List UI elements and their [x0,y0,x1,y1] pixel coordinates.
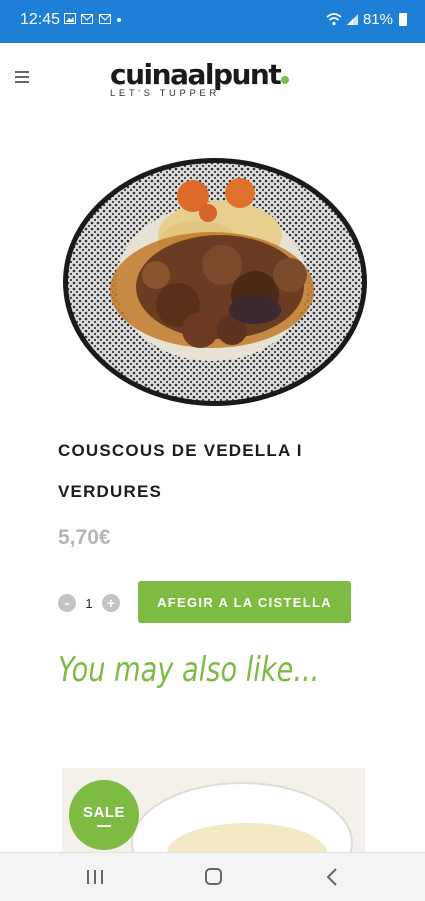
related-heading: You may also like... [58,650,320,690]
status-time: 12:45 [20,11,61,28]
quantity-value[interactable]: 1 [76,596,102,611]
logo-text: cuinaalpunt [110,58,282,91]
status-bar: 12:45 81% [0,0,425,43]
logo-dot [281,76,290,84]
sale-badge-divider [97,825,111,827]
sale-badge: SALE [69,780,139,850]
quantity-increase-button[interactable]: + [102,594,120,612]
system-nav-bar [0,852,425,901]
image-icon [64,13,76,24]
product-image [63,158,367,406]
product-title: COUSCOUS DE VEDELLA I VERDURES [58,441,303,501]
back-icon[interactable] [318,865,348,889]
mail-icon [98,14,111,24]
dot-icon [117,18,122,22]
battery-icon [399,13,407,26]
hamburger-icon[interactable] [15,71,29,83]
status-right: 81% [326,11,407,28]
wifi-icon [326,13,342,26]
recent-apps-icon[interactable] [80,865,110,889]
notification-icons [64,13,122,27]
product-price: 5,70€ [58,526,111,549]
add-to-cart-button[interactable]: AFEGIR A LA CISTELLA [138,581,351,623]
signal-icon [346,14,358,25]
quantity-stepper: - 1 + [58,594,120,612]
mail-icon [81,14,94,24]
sale-badge-text: SALE [82,804,125,821]
battery-percent: 81% [362,11,393,28]
home-icon[interactable] [198,865,228,889]
site-header: cuinaalpunt LET'S TUPPER [0,43,425,113]
site-logo[interactable]: cuinaalpunt LET'S TUPPER [110,58,290,99]
quantity-decrease-button[interactable]: - [58,594,76,612]
